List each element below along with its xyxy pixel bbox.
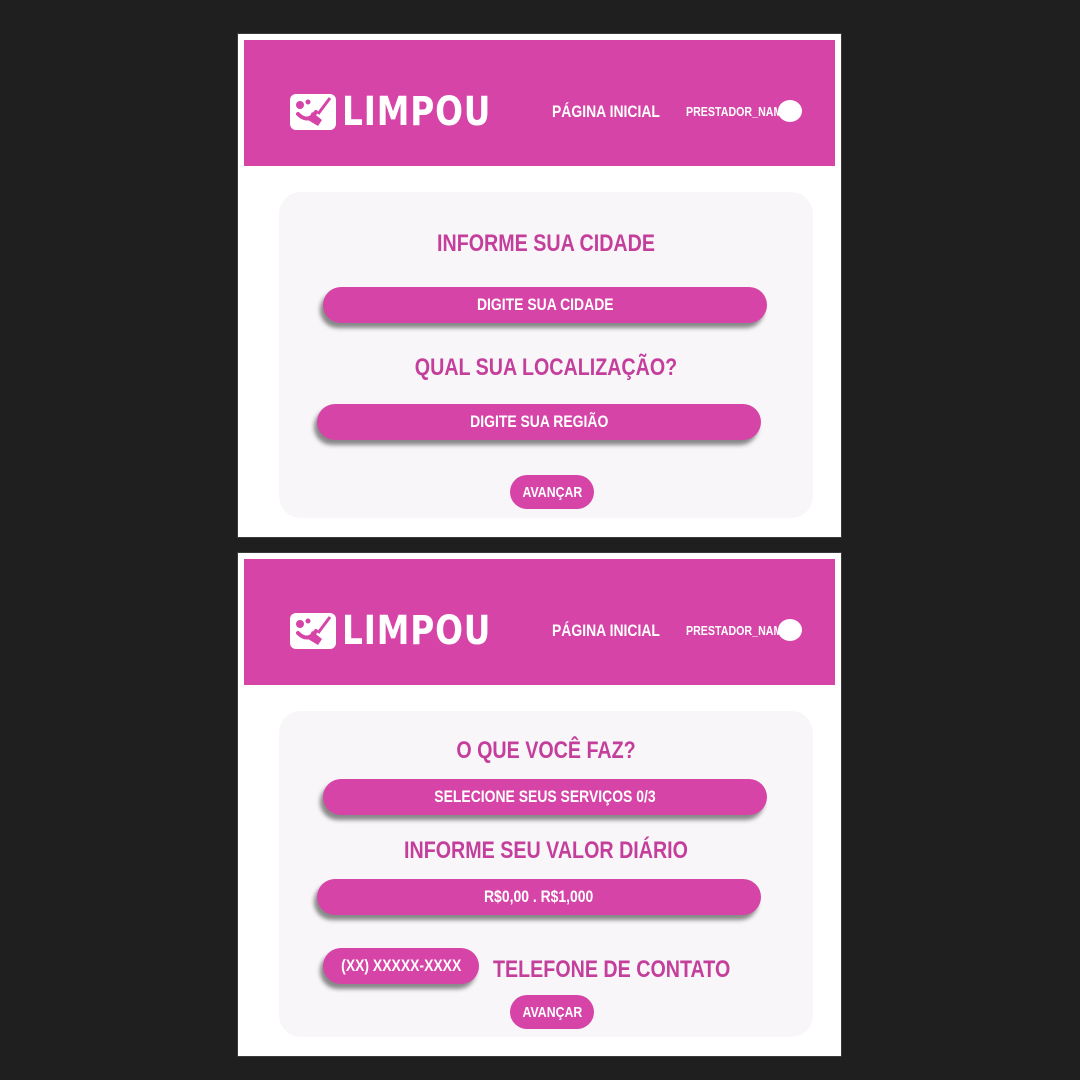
user-name: PRESTADOR_NAME xyxy=(686,622,790,638)
next-button[interactable]: AVANÇAR xyxy=(510,995,594,1029)
services-select[interactable]: SELECIONE SEUS SERVIÇOS 0/3 xyxy=(323,779,767,815)
header: LIMPOU PÁGINA INICIAL PRESTADOR_NAME xyxy=(244,559,835,685)
region-input[interactable]: DIGITE SUA REGIÃO xyxy=(317,404,761,440)
screen-location: LIMPOU PÁGINA INICIAL PRESTADOR_NAME INF… xyxy=(237,33,842,538)
brand-name: LIMPOU xyxy=(342,89,492,135)
next-button-label: AVANÇAR xyxy=(522,483,582,501)
form-card: O QUE VOCÊ FAZ? SELECIONE SEUS SERVIÇOS … xyxy=(279,711,813,1037)
nav-home-link[interactable]: PÁGINA INICIAL xyxy=(552,102,660,122)
user-menu[interactable]: PRESTADOR_NAME xyxy=(686,619,802,641)
next-button-label: AVANÇAR xyxy=(522,1003,582,1021)
user-menu[interactable]: PRESTADOR_NAME xyxy=(686,100,802,122)
location-question: QUAL SUA LOCALIZAÇÃO? xyxy=(414,354,678,381)
nav-home-link[interactable]: PÁGINA INICIAL xyxy=(552,621,660,641)
next-button[interactable]: AVANÇAR xyxy=(510,475,594,509)
broom-icon xyxy=(290,94,336,130)
city-input[interactable]: DIGITE SUA CIDADE xyxy=(323,287,767,323)
brand-name: LIMPOU xyxy=(342,608,492,654)
logo[interactable]: LIMPOU xyxy=(290,608,524,654)
phone-input[interactable]: (XX) XXXXX-XXXX xyxy=(323,948,479,984)
phone-input-placeholder: (XX) XXXXX-XXXX xyxy=(340,956,462,975)
screen-services: LIMPOU PÁGINA INICIAL PRESTADOR_NAME O Q… xyxy=(237,552,842,1057)
phone-label: TELEFONE DE CONTATO xyxy=(493,956,731,983)
form-card: INFORME SUA CIDADE DIGITE SUA CIDADE QUA… xyxy=(279,192,813,518)
services-select-label: SELECIONE SEUS SERVIÇOS 0/3 xyxy=(434,787,656,806)
header: LIMPOU PÁGINA INICIAL PRESTADOR_NAME xyxy=(244,40,835,166)
region-input-placeholder: DIGITE SUA REGIÃO xyxy=(469,412,609,431)
user-name: PRESTADOR_NAME xyxy=(686,103,790,119)
rate-range-value: R$0,00 . R$1,000 xyxy=(484,887,594,906)
logo[interactable]: LIMPOU xyxy=(290,89,524,135)
city-question: INFORME SUA CIDADE xyxy=(437,230,655,257)
city-input-placeholder: DIGITE SUA CIDADE xyxy=(476,295,614,314)
broom-icon xyxy=(290,613,336,649)
services-question: O QUE VOCÊ FAZ? xyxy=(456,737,636,764)
rate-question: INFORME SEU VALOR DIÁRIO xyxy=(404,837,688,864)
rate-range-input[interactable]: R$0,00 . R$1,000 xyxy=(317,879,761,915)
